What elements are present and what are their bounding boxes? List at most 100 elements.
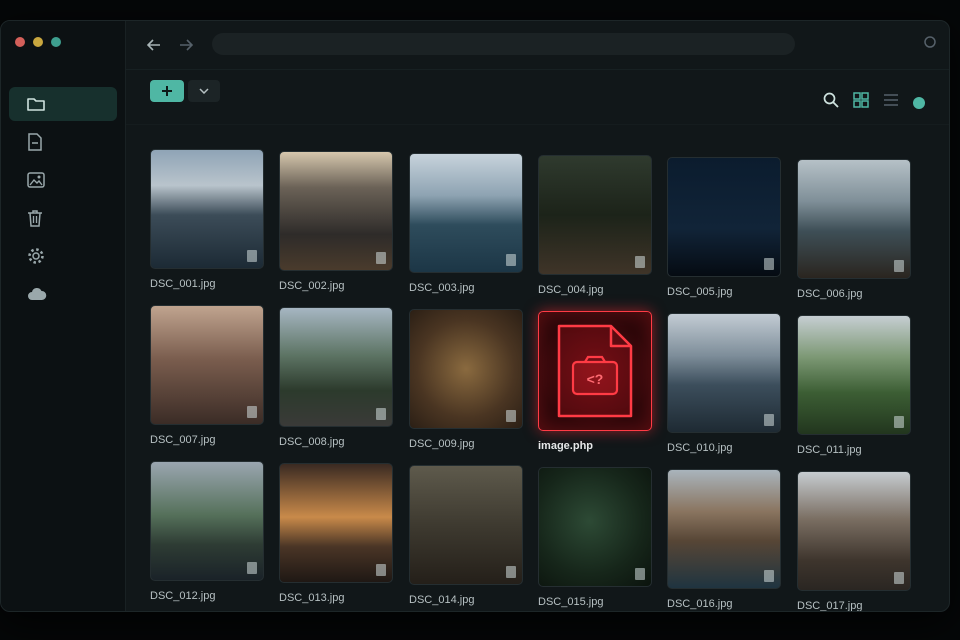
file-tile[interactable]: DSC_008.jpg [279,307,393,448]
file-type-icon [764,570,774,582]
file-name: DSC_011.jpg [797,444,862,456]
image-icon [27,172,45,188]
file-thumbnail: <? [538,311,652,431]
sidebar-item-settings[interactable] [9,239,117,273]
file-tile[interactable]: DSC_012.jpg [150,461,264,602]
file-name: DSC_005.jpg [667,286,733,298]
file-type-icon [635,256,645,268]
file-manager-window: DSC_001.jpg DSC_002.jpg DSC_003.jpg DSC_… [0,20,950,612]
file-type-icon [506,254,516,266]
list-view-icon [884,94,898,106]
file-type-icon [376,252,386,264]
file-thumbnail [667,157,781,277]
file-type-icon [247,250,257,262]
file-tile[interactable]: DSC_002.jpg [279,151,393,292]
minimize-window-button[interactable] [33,37,43,47]
file-name: DSC_017.jpg [797,600,863,612]
file-tile[interactable]: DSC_005.jpg [667,157,781,298]
file-name: DSC_013.jpg [279,592,345,604]
trash-icon [28,210,42,227]
file-type-icon [376,564,386,576]
plus-icon [162,86,172,96]
refresh-icon [924,36,936,48]
file-type-icon [894,572,904,584]
back-button[interactable] [144,35,164,55]
file-tile[interactable]: DSC_009.jpg [409,309,523,450]
list-view-button[interactable] [883,93,899,112]
file-thumbnail [150,305,264,425]
forward-button[interactable] [176,35,196,55]
close-window-button[interactable] [15,37,25,47]
file-tile[interactable]: DSC_010.jpg [667,313,781,454]
file-tile[interactable]: DSC_016.jpg [667,469,781,610]
file-name: DSC_002.jpg [279,280,345,292]
file-tile[interactable]: DSC_007.jpg [150,305,264,446]
file-thumbnail [279,463,393,583]
file-tile[interactable]: DSC_011.jpg [797,315,911,456]
grid-view-button[interactable] [853,92,869,113]
title-bar [126,21,949,70]
file-name: DSC_014.jpg [409,594,475,606]
sidebar-item-cloud[interactable] [9,277,117,311]
file-name: DSC_007.jpg [150,434,216,446]
file-name: DSC_006.jpg [797,288,863,300]
file-type-icon [764,414,774,426]
address-bar[interactable] [212,33,795,55]
file-name: DSC_010.jpg [667,442,733,454]
file-thumbnail [667,469,781,589]
file-thumbnail [279,307,393,427]
file-name: image.php [538,440,594,452]
file-tile[interactable]: DSC_013.jpg [279,463,393,604]
file-tile[interactable]: DSC_004.jpg [538,155,652,296]
file-tile[interactable]: DSC_014.jpg [409,465,523,606]
file-type-icon [764,258,774,270]
file-tile[interactable]: DSC_015.jpg [538,467,652,608]
file-thumbnail [409,465,523,585]
file-thumbnail [409,309,523,429]
file-tile[interactable]: DSC_017.jpg [797,471,911,612]
file-name: DSC_009.jpg [409,438,475,450]
file-name: DSC_015.jpg [538,596,604,608]
status-indicator [913,96,925,109]
file-thumbnail [667,313,781,433]
file-thumbnail [538,155,652,275]
folder-icon [27,98,45,111]
file-tile[interactable]: DSC_003.jpg [409,153,523,294]
file-type-icon [376,408,386,420]
file-type-icon [894,260,904,272]
file-thumbnail [150,149,264,269]
file-thumbnail [797,315,911,435]
search-icon [823,92,839,108]
file-thumbnail [279,151,393,271]
sidebar-item-folders[interactable] [9,87,117,121]
sidebar [1,21,126,611]
sidebar-item-images[interactable] [9,163,117,197]
arrow-right-icon [180,39,193,51]
toolbar [126,70,949,125]
search-button[interactable] [823,92,839,113]
sidebar-item-documents[interactable] [9,125,117,159]
file-name: DSC_004.jpg [538,284,604,296]
refresh-button[interactable] [923,35,937,54]
file-name: DSC_012.jpg [150,590,216,602]
file-thumbnail [150,461,264,581]
file-type-icon [635,568,645,580]
file-name: DSC_008.jpg [279,436,345,448]
document-icon [28,133,42,151]
chevron-down-icon [199,88,209,94]
file-thumbnail [797,159,911,279]
maximize-window-button[interactable] [51,37,61,47]
grid-view-icon [853,92,869,108]
suspicious-file-tile[interactable]: <? image.php [538,311,652,452]
add-options-dropdown[interactable] [188,80,220,102]
file-thumbnail [538,467,652,587]
file-name: DSC_016.jpg [667,598,733,610]
file-type-icon [894,416,904,428]
file-type-icon [247,562,257,574]
file-thumbnail [797,471,911,591]
add-new-button[interactable] [150,80,184,102]
file-type-icon [506,410,516,422]
file-tile[interactable]: DSC_001.jpg [150,149,264,290]
file-tile[interactable]: DSC_006.jpg [797,159,911,300]
sidebar-item-trash[interactable] [9,201,117,235]
